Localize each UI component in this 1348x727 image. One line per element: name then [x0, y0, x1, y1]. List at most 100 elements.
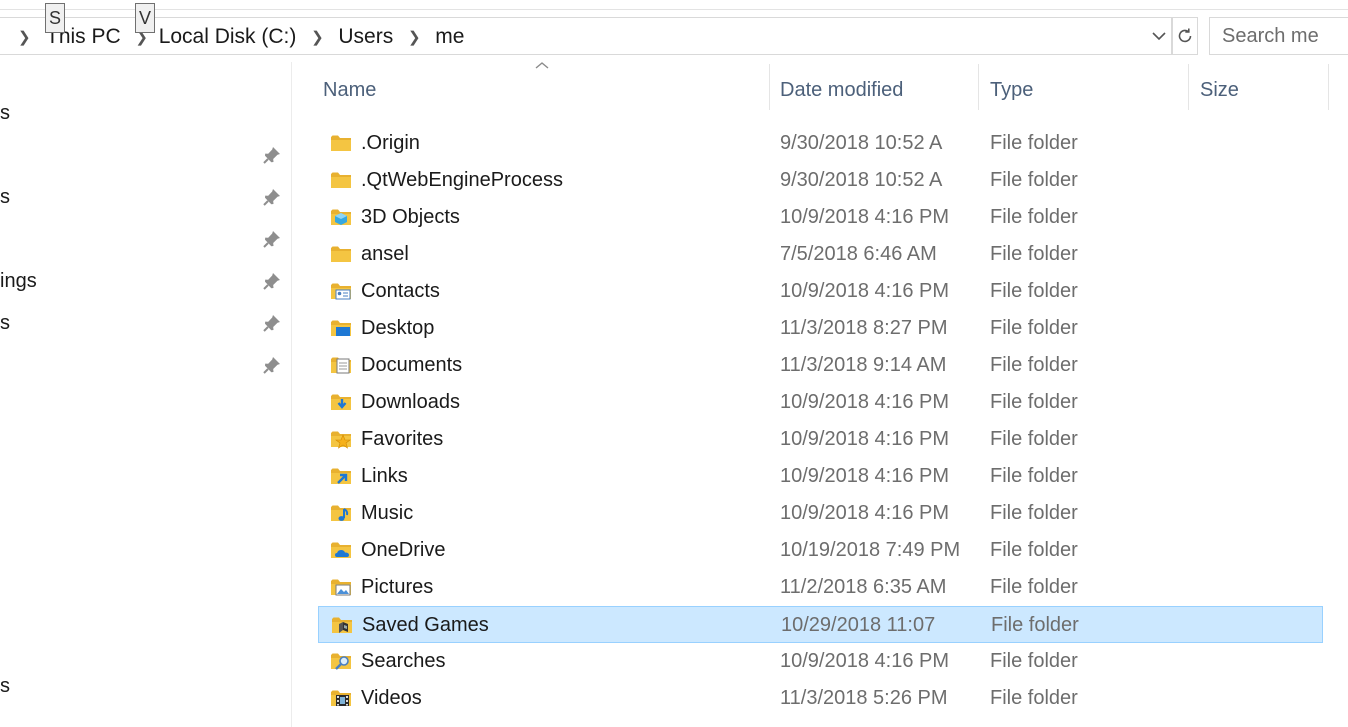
file-date-modified: 7/5/2018 6:46 AM [780, 243, 937, 265]
file-row[interactable]: Documents 11/3/2018 9:14 AM File folder [318, 347, 1323, 384]
file-date-modified: 10/9/2018 4:16 PM [780, 428, 950, 450]
file-row[interactable]: Searches 10/9/2018 4:16 PM File folder [318, 643, 1323, 680]
file-name: .QtWebEngineProcess [361, 169, 563, 191]
column-divider[interactable] [1328, 64, 1329, 110]
music-folder-icon [331, 505, 351, 521]
file-type: File folder [990, 465, 1078, 487]
pin-icon[interactable] [262, 355, 282, 375]
videos-folder-icon [331, 690, 351, 706]
links-folder-icon [331, 468, 351, 484]
file-name: OneDrive [361, 539, 446, 561]
file-date-modified: 10/9/2018 4:16 PM [780, 391, 950, 413]
file-date-modified: 10/9/2018 4:16 PM [780, 280, 950, 302]
file-type: File folder [990, 650, 1078, 672]
file-date-modified: 11/2/2018 6:35 AM [780, 576, 947, 598]
pin-icon[interactable] [262, 229, 282, 249]
file-row[interactable]: Favorites 10/9/2018 4:16 PM File folder [318, 421, 1323, 458]
file-name: Documents [361, 354, 463, 376]
file-date-modified: 10/9/2018 4:16 PM [780, 650, 950, 672]
file-type: File folder [990, 687, 1078, 709]
file-row[interactable]: Pictures 11/2/2018 6:35 AM File folder [318, 569, 1323, 606]
window-top-rule [0, 9, 1348, 10]
nav-item-label[interactable]: s [0, 675, 10, 698]
refresh-button[interactable] [1172, 17, 1198, 55]
nav-item-label[interactable]: s [0, 102, 10, 125]
file-name: Favorites [361, 428, 444, 450]
file-name: Pictures [361, 576, 434, 598]
pictures-folder-icon [331, 579, 351, 596]
saved-games-folder-icon [332, 617, 352, 633]
file-row[interactable]: OneDrive 10/19/2018 7:49 PM File folder [318, 532, 1323, 569]
file-name: Links [361, 465, 408, 487]
refresh-icon [1178, 28, 1192, 43]
file-type: File folder [991, 614, 1079, 636]
chevron-right-icon[interactable]: ❯ [300, 28, 334, 46]
nav-item-label[interactable]: s [0, 312, 10, 335]
folder-icon [331, 246, 351, 262]
chevron-down-icon[interactable] [1148, 17, 1170, 55]
file-type: File folder [990, 280, 1078, 302]
file-row[interactable]: Music 10/9/2018 4:16 PM File folder [318, 495, 1323, 532]
file-type: File folder [990, 576, 1078, 598]
search-input[interactable] [1210, 18, 1348, 54]
column-divider[interactable] [1188, 64, 1189, 110]
file-name: Searches [361, 650, 446, 672]
file-row[interactable]: Desktop 11/3/2018 8:27 PM File folder [318, 310, 1323, 347]
column-header-size[interactable]: Size [1190, 64, 1328, 116]
breadcrumb-local-disk[interactable]: Local Disk (C:) [155, 25, 301, 49]
file-name: Videos [361, 687, 422, 709]
file-row[interactable]: Contacts 10/9/2018 4:16 PM File folder [318, 273, 1323, 310]
nav-item-label[interactable]: ings [0, 270, 37, 293]
folder-icon [331, 172, 351, 188]
folder-icon [331, 135, 351, 151]
file-date-modified: 11/3/2018 8:27 PM [780, 317, 948, 339]
file-type: File folder [990, 317, 1078, 339]
file-name: Music [361, 502, 414, 524]
file-row[interactable]: Links 10/9/2018 4:16 PM File folder [318, 458, 1323, 495]
file-row[interactable]: ansel 7/5/2018 6:46 AM File folder [318, 236, 1323, 273]
file-name: 3D Objects [361, 206, 460, 228]
search-box[interactable] [1209, 17, 1348, 55]
contacts-folder-icon [331, 283, 351, 300]
column-divider[interactable] [978, 64, 979, 110]
onedrive-folder-icon [331, 542, 351, 558]
file-type: File folder [990, 539, 1078, 561]
file-type: File folder [990, 206, 1078, 228]
file-date-modified: 11/3/2018 5:26 PM [780, 687, 948, 709]
address-bar[interactable]: ❯ This PC ❯ Local Disk (C:) ❯ Users ❯ me [0, 17, 1172, 55]
pin-icon[interactable] [262, 187, 282, 207]
pin-icon[interactable] [262, 313, 282, 333]
nav-item-label[interactable]: s [0, 186, 10, 209]
file-row[interactable]: Saved Games 10/29/2018 11:07 File folder [318, 606, 1323, 643]
file-row[interactable]: .QtWebEngineProcess 9/30/2018 10:52 A File… [318, 162, 1323, 199]
column-header-date-modified[interactable]: Date modified [770, 64, 978, 116]
breadcrumb-me[interactable]: me [431, 25, 468, 49]
file-type: File folder [990, 428, 1078, 450]
file-row[interactable]: Videos 11/3/2018 5:26 PM File folder [318, 680, 1323, 717]
3d-objects-folder-icon [331, 209, 351, 225]
file-row[interactable]: .Origin 9/30/2018 10:52 A File folder [318, 125, 1323, 162]
file-type: File folder [990, 132, 1078, 154]
file-name: Downloads [361, 391, 460, 413]
column-header-name[interactable]: Name [313, 64, 769, 116]
file-date-modified: 10/19/2018 7:49 PM [780, 539, 961, 561]
keytip-badge: V [135, 3, 156, 33]
pin-icon[interactable] [262, 271, 282, 291]
pin-icon[interactable] [262, 145, 282, 165]
favorites-folder-icon [331, 431, 351, 449]
chevron-right-icon[interactable]: ❯ [0, 28, 46, 46]
file-type: File folder [990, 391, 1078, 413]
chevron-right-icon[interactable]: ❯ [397, 28, 431, 46]
searches-folder-icon [331, 653, 351, 670]
file-type: File folder [990, 502, 1078, 524]
navigation-pane[interactable]: s s ings s s [0, 56, 291, 727]
file-date-modified: 9/30/2018 10:52 A [780, 132, 943, 154]
breadcrumb-users[interactable]: Users [334, 25, 397, 49]
file-row[interactable]: 3D Objects 10/9/2018 4:16 PM File folder [318, 199, 1323, 236]
file-name: .Origin [361, 132, 420, 154]
file-date-modified: 10/9/2018 4:16 PM [780, 465, 950, 487]
file-row[interactable]: Downloads 10/9/2018 4:16 PM File folder [318, 384, 1323, 421]
downloads-folder-icon [331, 394, 351, 410]
pane-splitter[interactable] [291, 62, 292, 727]
column-header-type[interactable]: Type [980, 64, 1188, 116]
